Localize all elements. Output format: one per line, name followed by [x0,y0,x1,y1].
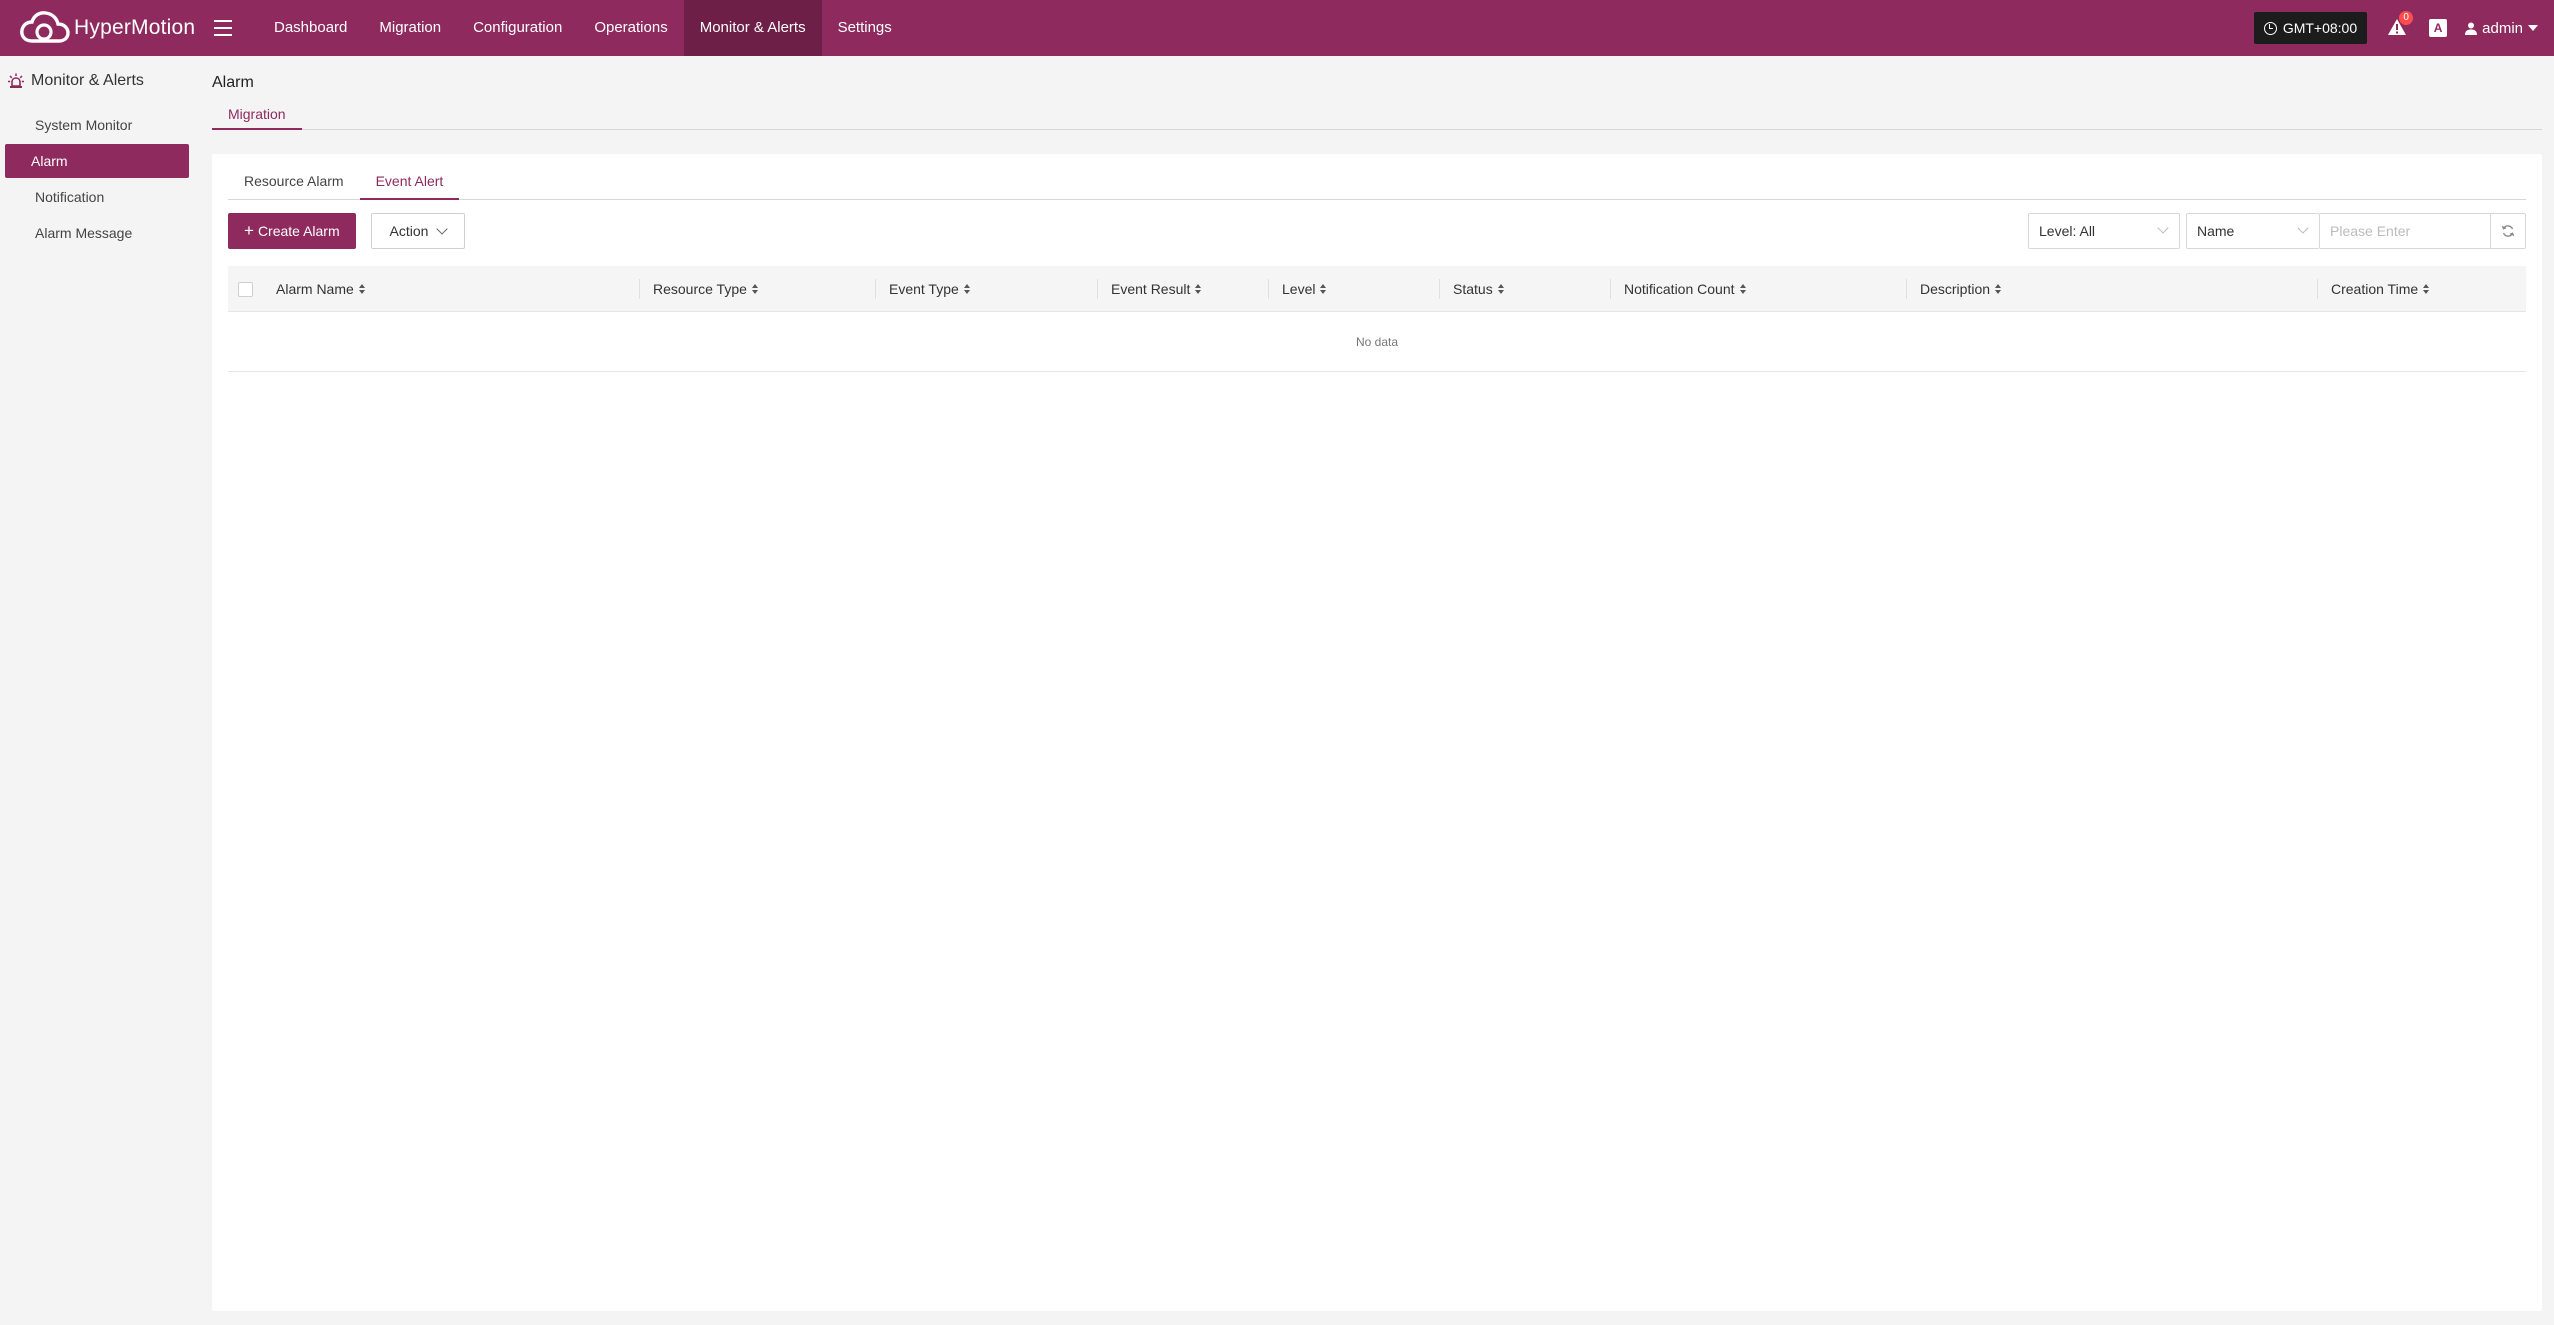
search-field-select[interactable]: Name [2186,213,2320,249]
nav-item-settings[interactable]: Settings [822,0,908,56]
nav-item-operations[interactable]: Operations [578,0,683,56]
refresh-button[interactable] [2490,213,2526,249]
sidebar-header: Monitor & Alerts [0,56,200,106]
clock-icon [2263,21,2277,35]
alert-button[interactable]: 0 [2387,11,2414,39]
action-dropdown[interactable]: Action [371,213,465,249]
select-all-checkbox[interactable] [238,282,253,297]
table-header: Alarm Name Resource Type Event Type Even… [228,266,2526,312]
sort-icon [751,284,758,294]
chevron-down-icon [436,223,449,235]
level-filter-value: Level: All [2039,223,2096,239]
sort-icon [1995,284,2002,294]
refresh-icon [2501,225,2515,237]
column-label: Event Result [1111,281,1191,297]
module-tabs: Migration [212,102,2542,130]
column-label: Status [1453,281,1493,297]
column-header-event-type[interactable]: Event Type [889,266,970,312]
top-navbar: HyperMotion Dashboard Migration Configur… [0,0,2554,56]
alarm-type-tabs: Resource Alarm Event Alert [228,168,2526,200]
sort-icon [358,284,365,294]
column-label: Alarm Name [276,281,354,297]
plus-icon: + [244,221,254,240]
sidebar-item-notification[interactable]: Notification [5,180,189,214]
tab-event-alert[interactable]: Event Alert [359,168,460,200]
nav-item-monitor-alerts[interactable]: Monitor & Alerts [683,0,822,56]
cloud-logo-icon [20,11,70,43]
sort-icon [1195,284,1202,294]
column-header-resource-type[interactable]: Resource Type [653,266,758,312]
sidebar-title: Monitor & Alerts [31,72,144,89]
alert-count-badge: 0 [2399,11,2414,25]
nav-item-configuration[interactable]: Configuration [457,0,578,56]
create-alarm-label: Create Alarm [257,223,340,239]
sort-icon [1497,284,1504,294]
search-input[interactable] [2320,213,2492,249]
chevron-down-icon [2157,222,2169,234]
brand-name: HyperMotion [74,16,196,39]
sort-icon [2423,284,2430,294]
event-alert-table: Alarm Name Resource Type Event Type Even… [228,266,2526,372]
sort-icon [1739,284,1746,294]
page-title: Alarm [212,74,254,91]
column-header-level[interactable]: Level [1282,266,1327,312]
timezone-badge[interactable]: GMT+08:00 [2253,12,2368,44]
sort-icon [1320,284,1327,294]
column-label: Event Type [889,281,959,297]
toolbar: + Create Alarm Action Level: All Name [228,213,2526,249]
column-label: Level [1282,281,1316,297]
user-menu[interactable]: admin [2465,20,2538,37]
sidebar-item-alarm[interactable]: Alarm [5,144,189,178]
column-header-status[interactable]: Status [1453,266,1504,312]
action-label: Action [389,223,429,239]
tab-resource-alarm[interactable]: Resource Alarm [228,168,360,200]
nav-item-dashboard[interactable]: Dashboard [258,0,363,56]
empty-state: No data [228,312,2526,372]
main-nav: Dashboard Migration Configuration Operat… [258,0,908,56]
user-icon [2465,22,2478,35]
brand[interactable]: HyperMotion [0,0,210,56]
top-right-tools: GMT+08:00 0 A admin [2253,0,2554,56]
timezone-label: GMT+08:00 [2282,20,2358,36]
sidebar-item-system-monitor[interactable]: System Monitor [5,108,189,142]
create-alarm-button[interactable]: + Create Alarm [228,213,356,249]
level-filter-select[interactable]: Level: All [2028,213,2180,249]
column-header-event-result[interactable]: Event Result [1111,266,1202,312]
column-label: Notification Count [1624,281,1735,297]
sort-icon [963,284,970,294]
sidebar-item-alarm-message[interactable]: Alarm Message [5,216,189,250]
chevron-down-icon [2297,222,2309,234]
user-name: admin [2482,19,2523,37]
language-icon[interactable]: A [2429,19,2448,37]
content-panel: Resource Alarm Event Alert + Create Alar… [212,154,2542,1311]
alarm-siren-icon [8,73,24,88]
column-label: Description [1920,281,1991,297]
search-field-value: Name [2197,223,2235,239]
column-header-description[interactable]: Description [1920,266,2002,312]
sidebar: Monitor & Alerts System Monitor Alarm No… [0,56,200,1325]
menu-toggle-icon[interactable] [214,14,242,42]
column-header-notification-count[interactable]: Notification Count [1624,266,1746,312]
column-label: Creation Time [2331,281,2419,297]
nav-item-migration[interactable]: Migration [363,0,457,56]
main-content: Alarm Migration Resource Alarm Event Ale… [212,56,2542,1311]
tab-migration[interactable]: Migration [212,102,302,130]
column-label: Resource Type [653,281,747,297]
column-header-alarm-name[interactable]: Alarm Name [276,266,365,312]
column-header-creation-time[interactable]: Creation Time [2331,266,2430,312]
caret-down-icon [2528,25,2538,31]
